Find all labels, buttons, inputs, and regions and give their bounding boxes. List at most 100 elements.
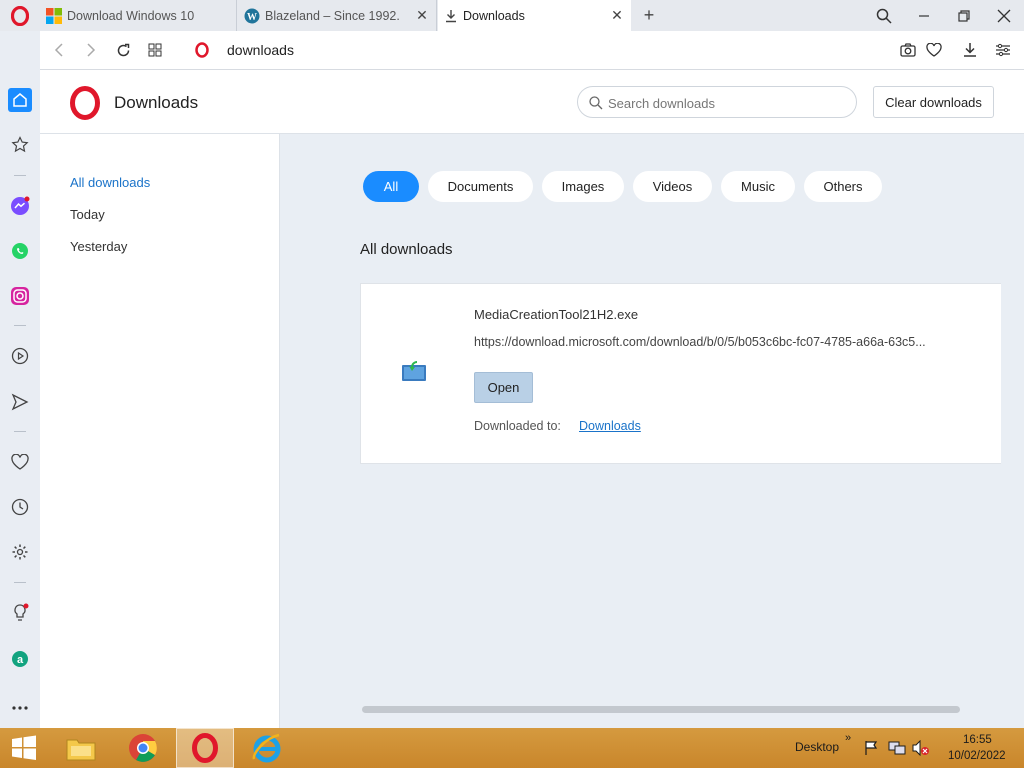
send-icon: [11, 393, 29, 411]
downloads-folder-link[interactable]: Downloads: [579, 419, 641, 433]
sidebar-separator: [14, 431, 26, 432]
section-heading: All downloads: [360, 241, 453, 258]
tab-downloads[interactable]: Downloads ✕: [438, 0, 631, 31]
filter-all[interactable]: All: [363, 171, 419, 202]
whatsapp-icon: [12, 243, 28, 259]
settings-sliders-icon: [996, 43, 1010, 57]
sidebar-home[interactable]: [8, 88, 32, 112]
clock-icon: [11, 498, 29, 516]
opera-logo-icon: [70, 86, 100, 120]
clock-time[interactable]: 16:55: [963, 734, 992, 746]
windows-logo-icon: [46, 7, 62, 24]
sidebar-my-flow[interactable]: [8, 390, 32, 414]
heart-icon: [11, 454, 29, 470]
open-file-button[interactable]: Open: [474, 372, 533, 403]
messenger-icon: [11, 196, 30, 215]
bookmark-button[interactable]: [922, 38, 946, 62]
minimize-button[interactable]: [904, 0, 944, 31]
taskbar-internet-explorer[interactable]: [238, 728, 296, 768]
download-file-name[interactable]: MediaCreationTool21H2.exe: [474, 307, 638, 322]
opera-logo-icon: [192, 733, 218, 763]
taskbar-chrome[interactable]: [114, 728, 172, 768]
tab-title: Downloads: [463, 8, 525, 23]
windows-start-icon: [12, 735, 36, 760]
filter-videos[interactable]: Videos: [633, 171, 712, 202]
start-button[interactable]: [0, 728, 48, 768]
reload-icon: [117, 43, 129, 56]
download-item: MediaCreationTool21H2.exe https://downlo…: [360, 283, 1001, 464]
downloads-button[interactable]: [958, 38, 982, 62]
tab-download-windows[interactable]: Download Windows 10: [40, 0, 237, 31]
folder-icon: [66, 739, 96, 761]
new-tab-button[interactable]: +: [638, 4, 660, 26]
close-tab-icon[interactable]: ✕: [609, 7, 625, 24]
sidebar-separator: [14, 175, 26, 176]
restore-button[interactable]: [944, 0, 984, 31]
close-tab-icon[interactable]: ✕: [414, 7, 430, 24]
sidebar-more[interactable]: [8, 696, 32, 720]
sidebar-tips[interactable]: [8, 601, 32, 625]
sidebar-history[interactable]: [8, 495, 32, 519]
sidebar-speed-dial[interactable]: [8, 133, 32, 157]
forward-button[interactable]: [79, 38, 103, 62]
svg-text:W: W: [247, 12, 257, 23]
tab-blazeland[interactable]: W Blazeland – Since 1992. ✕: [238, 0, 437, 31]
desktop-toolbar-label[interactable]: Desktop: [795, 740, 839, 754]
sidebar-messenger[interactable]: [8, 194, 32, 218]
clock-date[interactable]: 10/02/2022: [948, 750, 1006, 762]
sidebar-instagram[interactable]: [8, 284, 32, 308]
windows-taskbar: Desktop » 16:55 10/02/2022: [0, 728, 1024, 768]
downloaded-to-label: Downloaded to:: [474, 419, 561, 433]
leftnav-today[interactable]: Today: [70, 207, 105, 222]
svg-text:a: a: [17, 654, 24, 666]
chevron-right-icon: [87, 43, 96, 57]
taskbar-file-explorer[interactable]: [52, 728, 110, 768]
snapshot-button[interactable]: [896, 38, 920, 62]
downloads-filter-nav: All downloads Today Yesterday: [40, 134, 280, 728]
opera-menu-button[interactable]: [0, 0, 40, 31]
sidebar-separator: [14, 582, 26, 583]
star-icon: [11, 136, 29, 153]
lightbulb-icon: [14, 603, 29, 621]
reload-button[interactable]: [111, 38, 135, 62]
sidebar-settings[interactable]: [8, 540, 32, 564]
leftnav-all-downloads[interactable]: All downloads: [70, 175, 150, 190]
installer-file-icon: [402, 361, 426, 381]
taskbar-opera[interactable]: [176, 728, 234, 768]
download-source-url[interactable]: https://download.microsoft.com/download/…: [474, 335, 959, 349]
filter-others[interactable]: Others: [804, 171, 882, 202]
internet-explorer-icon: [252, 733, 281, 763]
tab-title: Download Windows 10: [67, 8, 195, 23]
address-bar: downloads: [40, 31, 1024, 70]
leftnav-yesterday[interactable]: Yesterday: [70, 239, 127, 254]
search-tabs-button[interactable]: [864, 0, 904, 31]
clear-downloads-button[interactable]: Clear downloads: [873, 86, 994, 118]
sidebar-whatsapp[interactable]: [8, 239, 32, 263]
gear-icon: [12, 544, 28, 560]
aria-icon: a: [12, 651, 28, 667]
close-window-button[interactable]: [984, 0, 1024, 31]
filter-music[interactable]: Music: [721, 171, 795, 202]
search-downloads-box[interactable]: [577, 86, 857, 118]
action-center-flag-icon[interactable]: [864, 740, 880, 756]
tab-title: Blazeland – Since 1992.: [265, 8, 400, 23]
sidebar-bookmarks[interactable]: [8, 450, 32, 474]
horizontal-scrollbar[interactable]: [362, 706, 960, 713]
tab-bar: Download Windows 10 W Blazeland – Since …: [0, 0, 1024, 31]
filter-documents[interactable]: Documents: [428, 171, 533, 202]
speed-dial-button[interactable]: [143, 38, 167, 62]
page-badge[interactable]: [190, 38, 214, 62]
volume-muted-icon[interactable]: [912, 739, 930, 757]
tray-chevron-icon[interactable]: »: [845, 732, 851, 744]
network-icon[interactable]: [888, 740, 906, 756]
search-input[interactable]: [608, 93, 848, 113]
filter-images[interactable]: Images: [542, 171, 624, 202]
url-text[interactable]: downloads: [227, 42, 294, 58]
page-title: Downloads: [114, 93, 199, 112]
grid-icon: [148, 43, 162, 57]
easy-setup-button[interactable]: [991, 38, 1015, 62]
back-button[interactable]: [47, 38, 71, 62]
search-icon: [589, 96, 603, 110]
sidebar-aria[interactable]: a: [8, 647, 32, 671]
sidebar-player[interactable]: [8, 344, 32, 368]
